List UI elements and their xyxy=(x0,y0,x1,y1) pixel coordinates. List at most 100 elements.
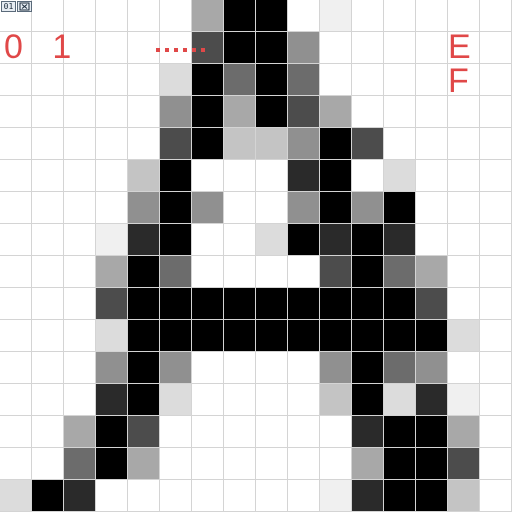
pixel-cell[interactable] xyxy=(384,64,416,96)
pixel-cell[interactable] xyxy=(352,256,384,288)
pixel-cell[interactable] xyxy=(0,448,32,480)
pixel-cell[interactable] xyxy=(160,416,192,448)
pixel-cell[interactable] xyxy=(64,320,96,352)
pixel-cell[interactable] xyxy=(192,224,224,256)
pixel-cell[interactable] xyxy=(480,352,512,384)
pixel-cell[interactable] xyxy=(448,320,480,352)
pixel-cell[interactable] xyxy=(64,384,96,416)
pixel-cell[interactable] xyxy=(288,352,320,384)
pixel-cell[interactable] xyxy=(416,320,448,352)
pixel-cell[interactable] xyxy=(96,160,128,192)
pixel-cell[interactable] xyxy=(256,352,288,384)
pixel-cell[interactable] xyxy=(64,352,96,384)
pixel-cell[interactable] xyxy=(160,96,192,128)
pixel-cell[interactable] xyxy=(256,224,288,256)
pixel-cell[interactable] xyxy=(448,160,480,192)
pixel-cell[interactable] xyxy=(64,288,96,320)
pixel-cell[interactable] xyxy=(96,0,128,32)
pixel-cell[interactable] xyxy=(96,480,128,512)
pixel-cell[interactable] xyxy=(384,0,416,32)
pixel-cell[interactable] xyxy=(32,480,64,512)
pixel-cell[interactable] xyxy=(480,320,512,352)
pixel-cell[interactable] xyxy=(96,32,128,64)
pixel-cell[interactable] xyxy=(256,32,288,64)
pixel-cell[interactable] xyxy=(288,256,320,288)
pixel-cell[interactable] xyxy=(224,320,256,352)
pixel-cell[interactable] xyxy=(224,288,256,320)
pixel-cell[interactable] xyxy=(256,192,288,224)
pixel-cell[interactable] xyxy=(416,416,448,448)
pixel-cell[interactable] xyxy=(416,288,448,320)
pixel-cell[interactable] xyxy=(192,128,224,160)
pixel-cell[interactable] xyxy=(128,384,160,416)
pixel-cell[interactable] xyxy=(160,384,192,416)
pixel-cell[interactable] xyxy=(288,288,320,320)
pixel-cell[interactable] xyxy=(448,416,480,448)
pixel-cell[interactable] xyxy=(288,480,320,512)
pixel-cell[interactable] xyxy=(32,160,64,192)
pixel-cell[interactable] xyxy=(384,128,416,160)
pixel-cell[interactable] xyxy=(224,256,256,288)
pixel-cell[interactable] xyxy=(384,448,416,480)
pixel-cell[interactable] xyxy=(480,128,512,160)
pixel-cell[interactable] xyxy=(64,448,96,480)
pixel-cell[interactable] xyxy=(32,64,64,96)
pixel-cell[interactable] xyxy=(448,256,480,288)
pixel-cell[interactable] xyxy=(416,480,448,512)
pixel-cell[interactable] xyxy=(256,416,288,448)
pixel-cell[interactable] xyxy=(416,384,448,416)
pixel-cell[interactable] xyxy=(96,96,128,128)
pixel-cell[interactable] xyxy=(320,32,352,64)
pixel-cell[interactable] xyxy=(352,288,384,320)
pixel-cell[interactable] xyxy=(160,288,192,320)
pixel-cell[interactable] xyxy=(224,480,256,512)
pixel-cell[interactable] xyxy=(192,288,224,320)
pixel-cell[interactable] xyxy=(192,384,224,416)
pixel-cell[interactable] xyxy=(0,256,32,288)
pixel-cell[interactable] xyxy=(320,96,352,128)
pixel-cell[interactable] xyxy=(224,224,256,256)
pixel-cell[interactable] xyxy=(384,320,416,352)
pixel-cell[interactable] xyxy=(96,352,128,384)
pixel-cell[interactable] xyxy=(256,64,288,96)
pixel-cell[interactable] xyxy=(320,288,352,320)
pixel-cell[interactable] xyxy=(256,256,288,288)
pixel-cell[interactable] xyxy=(64,416,96,448)
pixel-cell[interactable] xyxy=(128,96,160,128)
pixel-cell[interactable] xyxy=(448,352,480,384)
pixel-cell[interactable] xyxy=(64,160,96,192)
pixel-cell[interactable] xyxy=(288,128,320,160)
pixel-cell[interactable] xyxy=(224,416,256,448)
pixel-cell[interactable] xyxy=(160,480,192,512)
pixel-cell[interactable] xyxy=(480,416,512,448)
pixel-cell[interactable] xyxy=(96,448,128,480)
pixel-cell[interactable] xyxy=(224,160,256,192)
pixel-cell[interactable] xyxy=(160,0,192,32)
pixel-cell[interactable] xyxy=(256,96,288,128)
pixel-cell[interactable] xyxy=(448,288,480,320)
pixel-cell[interactable] xyxy=(384,160,416,192)
pixel-cell[interactable] xyxy=(192,64,224,96)
pixel-cell[interactable] xyxy=(0,416,32,448)
pixel-cell[interactable] xyxy=(352,480,384,512)
pixel-cell[interactable] xyxy=(128,160,160,192)
pixel-cell[interactable] xyxy=(416,224,448,256)
pixel-cell[interactable] xyxy=(64,256,96,288)
pixel-cell[interactable] xyxy=(0,288,32,320)
pixel-cell[interactable] xyxy=(64,192,96,224)
pixel-cell[interactable] xyxy=(224,384,256,416)
pixel-cell[interactable] xyxy=(352,384,384,416)
pixel-cell[interactable] xyxy=(192,96,224,128)
pixel-cell[interactable] xyxy=(32,352,64,384)
pixel-cell[interactable] xyxy=(32,224,64,256)
pixel-cell[interactable] xyxy=(128,416,160,448)
pixel-cell[interactable] xyxy=(224,96,256,128)
pixel-cell[interactable] xyxy=(32,384,64,416)
pixel-cell[interactable] xyxy=(448,192,480,224)
pixel-cell[interactable] xyxy=(128,64,160,96)
pixel-cell[interactable] xyxy=(352,192,384,224)
pixel-cell[interactable] xyxy=(352,128,384,160)
pixel-cell[interactable] xyxy=(448,128,480,160)
pixel-cell[interactable] xyxy=(448,96,480,128)
pixel-cell[interactable] xyxy=(320,192,352,224)
